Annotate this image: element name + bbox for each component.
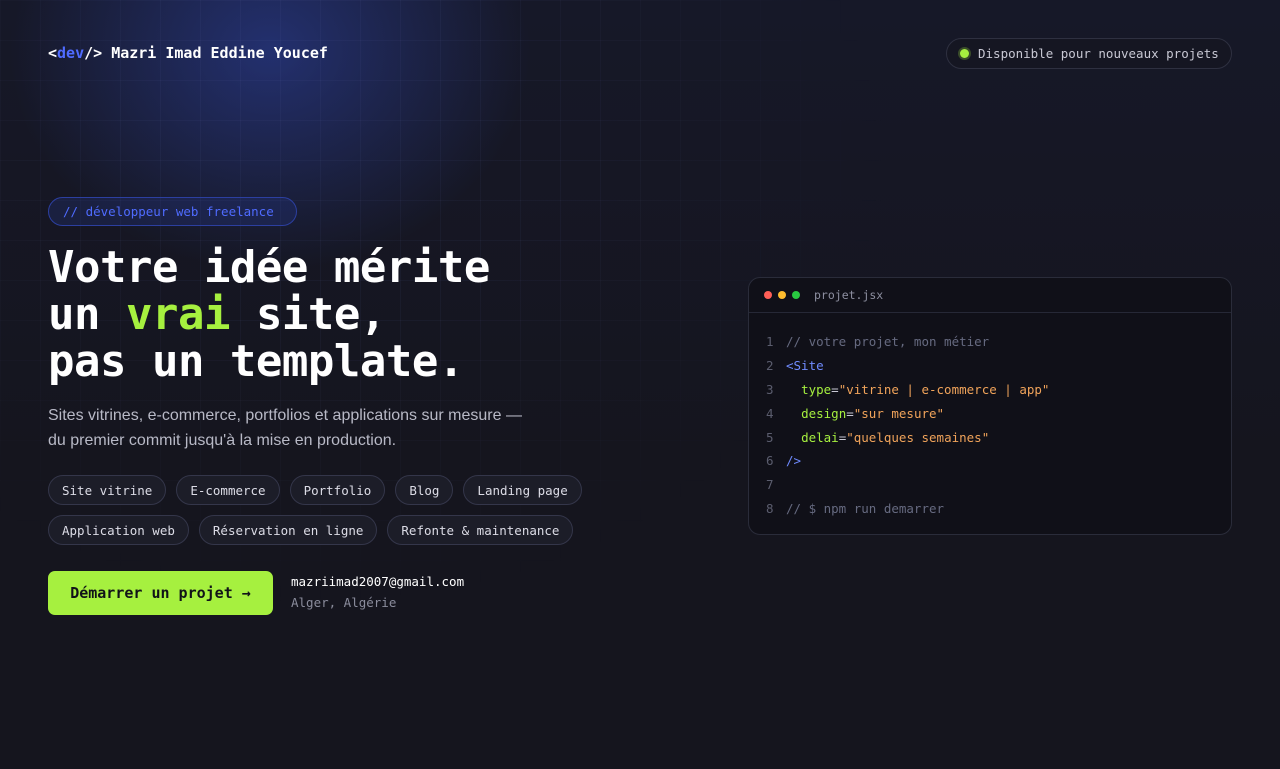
service-chip: Landing page — [463, 475, 582, 505]
line-number: 5 — [766, 429, 774, 445]
logo-accent: dev — [57, 44, 85, 62]
code-attr: design — [801, 405, 847, 421]
code-line: 7 — [766, 473, 1231, 497]
code-eq: = — [831, 381, 839, 397]
headline-line-2-pre: un — [48, 289, 126, 340]
code-line: 4 design = "sur mesure" — [766, 401, 1231, 425]
service-chip: Réservation en ligne — [198, 515, 378, 545]
contact-location: Alger, Algérie — [291, 595, 397, 610]
service-chip: Refonte & maintenance — [387, 515, 574, 545]
code-line: 5 delai = "quelques semaines" — [766, 425, 1231, 449]
line-number: 4 — [766, 405, 774, 421]
code-string: "sur mesure" — [853, 405, 945, 421]
window-maximize-dot-icon — [792, 291, 800, 299]
status-dot-icon — [960, 49, 969, 58]
code-filename: projet.jsx — [814, 288, 884, 302]
code-tag: <Site — [786, 358, 824, 374]
service-chip: Portfolio — [289, 475, 386, 505]
availability-badge: Disponible pour nouveaux projets — [946, 38, 1232, 69]
code-comment: // votre projet, mon métier — [786, 334, 990, 350]
code-line: 8 // $ npm run demarrer — [766, 497, 1231, 521]
service-chips: Site vitrine E-commerce Portfolio Blog L… — [48, 475, 588, 545]
hero-tag: // développeur web freelance — [48, 197, 297, 226]
code-preview-window: projet.jsx 1 // votre projet, mon métier … — [748, 277, 1232, 535]
hero-description: Sites vitrines, e-commerce, portfolios e… — [48, 407, 522, 449]
line-number: 2 — [766, 358, 774, 374]
availability-text: Disponible pour nouveaux projets — [978, 46, 1219, 61]
code-eq: = — [846, 405, 854, 421]
headline-line-1: Votre idée mérite — [48, 242, 490, 293]
service-chip: Application web — [48, 515, 189, 545]
code-comment: // $ npm run demarrer — [786, 500, 945, 516]
code-line: 1 // votre projet, mon métier — [766, 330, 1231, 354]
service-chip: Blog — [395, 475, 454, 505]
headline-line-2-post: site, — [229, 289, 386, 340]
code-string: "vitrine | e-commerce | app" — [838, 381, 1050, 397]
site-logo[interactable]: < dev/> Mazri Imad Eddine Youcef — [48, 44, 328, 62]
service-chip: Site vitrine — [48, 475, 167, 505]
line-number: 6 — [766, 453, 774, 469]
code-body: 1 // votre projet, mon métier 2 <Site 3 ty… — [749, 313, 1231, 520]
code-tag: /> — [786, 453, 802, 469]
service-chip: E-commerce — [176, 475, 280, 505]
line-number: 3 — [766, 381, 774, 397]
start-project-button[interactable]: Démarrer un projet → — [48, 571, 273, 615]
window-close-dot-icon — [764, 291, 772, 299]
headline-line-3: pas un template. — [48, 336, 464, 387]
line-number: 7 — [766, 477, 774, 493]
code-line: 6 /> — [766, 449, 1231, 473]
code-line: 2 <Site — [766, 354, 1231, 378]
headline-line-2: un vrai site, — [48, 291, 490, 338]
window-minimize-dot-icon — [778, 291, 786, 299]
page: < dev/> Mazri Imad Eddine Youcef Disponibl… — [0, 0, 1280, 769]
logo-bracket-open: < — [48, 44, 58, 62]
code-attr: type — [801, 381, 832, 397]
code-window-titlebar: projet.jsx — [749, 278, 1231, 313]
code-attr: delai — [801, 429, 839, 445]
hero-headline: Votre idée mérite un vrai site, pas un t… — [48, 244, 490, 385]
headline-highlight: vrai — [125, 289, 230, 340]
code-string: "quelques semaines" — [846, 429, 990, 445]
logo-bracket-close: /> — [84, 44, 103, 62]
logo-name: Mazri Imad Eddine Youcef — [111, 44, 328, 62]
line-number: 8 — [766, 500, 774, 516]
code-line: 3 type = "vitrine | e-commerce | app" — [766, 378, 1231, 402]
line-number: 1 — [766, 334, 774, 350]
code-eq: = — [838, 429, 847, 445]
contact-email-link[interactable]: mazriimad2007@gmail.com — [291, 574, 464, 589]
